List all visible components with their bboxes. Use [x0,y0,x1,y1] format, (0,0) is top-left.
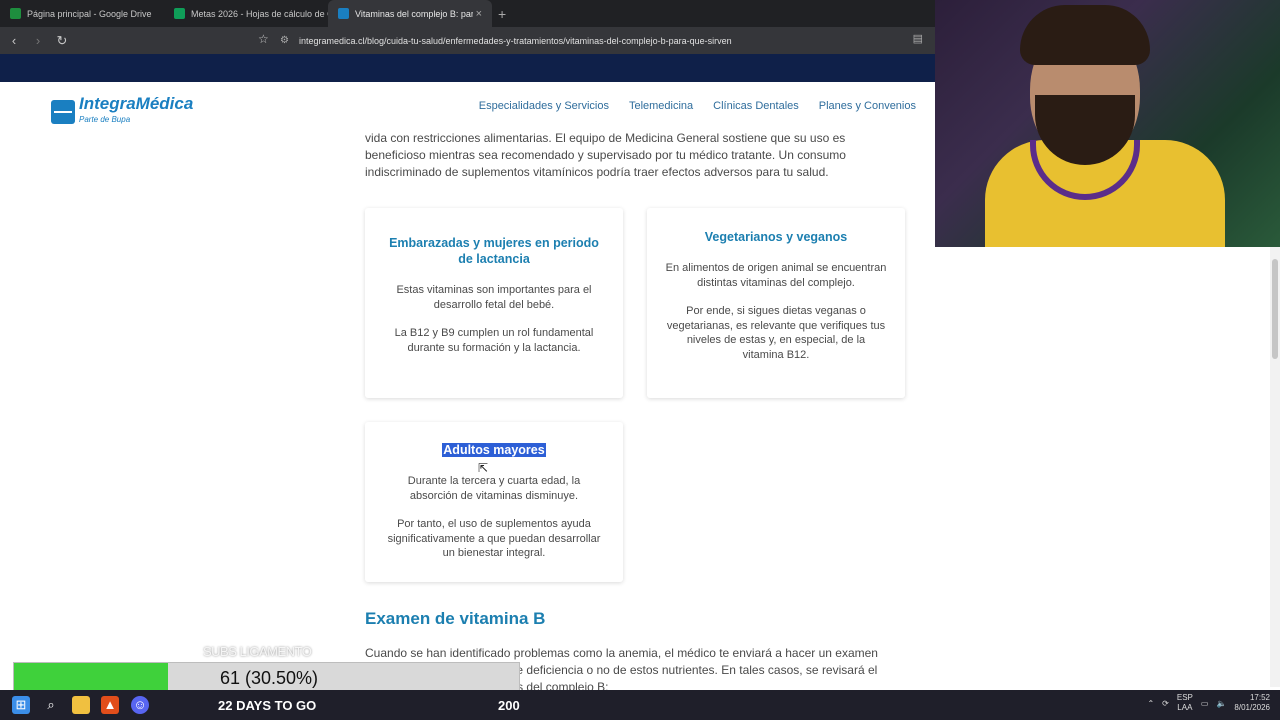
brand-name: IntegraMédica Parte de Bupa [79,94,194,128]
tab-title: Página principal - Google Drive [27,8,152,19]
search-icon[interactable]: ⌕ [42,696,60,714]
volume-icon[interactable]: 🔈 [1216,699,1226,708]
chevron-up-icon[interactable]: ⌃ [1147,699,1154,708]
webcam-overlay [935,0,1280,247]
nav-telemedicina[interactable]: Telemedicina [629,100,693,112]
bookmark-icon[interactable]: ☆ [258,32,269,46]
nav-clinicas-dentales[interactable]: Clínicas Dentales [713,100,799,112]
card-title: Vegetarianos y veganos [704,230,848,244]
heartbeat-icon [51,100,75,124]
tab-title: Vitaminas del complejo B: para q [355,8,473,19]
integramedica-logo[interactable]: IntegraMédica Parte de Bupa [51,94,194,128]
progress-fill [14,663,169,692]
subs-goal-target: 200 [498,698,520,713]
browser-toolbar: ‹ › ↻ ☆ ⚙ integramedica.cl/blog/cuida-tu… [0,27,935,54]
selected-text[interactable]: Adultos mayores [442,443,546,457]
subs-goal-label: SUBS LIGAMENTO [203,644,312,659]
main-nav: Especialidades y Servicios Telemedicina … [479,100,916,112]
tab-google-sheets[interactable]: Metas 2026 - Hojas de cálculo de Go [164,0,328,27]
file-explorer-icon[interactable] [72,696,90,714]
section-title: Examen de vitamina B [365,609,546,628]
mouse-cursor-icon: ⇱ [478,461,489,475]
reader-mode-icon[interactable]: ▤ [913,32,923,45]
card-embarazadas: Embarazadas y mujeres en periodo de lact… [365,208,623,398]
tab-google-drive[interactable]: Página principal - Google Drive [0,0,164,27]
lang-top: ESP [1176,693,1193,702]
forward-button[interactable]: › [28,33,48,48]
card-text: La B12 y B9 cumplen un rol fundamental d… [394,327,594,354]
clock[interactable]: 17:52 8/01/2026 [1234,693,1270,713]
reload-button[interactable]: ↻ [52,33,72,49]
nav-especialidades[interactable]: Especialidades y Servicios [479,100,609,112]
brave-browser-icon[interactable]: ▲ [101,696,119,714]
brand-text: IntegraMédica [79,94,194,113]
integramedica-favicon-icon [338,8,349,19]
windows-start-icon[interactable]: ⊞ [12,696,30,714]
clock-date: 8/01/2026 [1234,703,1270,712]
google-sheets-icon [174,8,185,19]
back-button[interactable]: ‹ [4,33,24,48]
discord-icon[interactable]: ☺ [131,696,149,714]
taskbar: ⊞ ⌕ ▲ ☺ 22 DAYS TO GO 200 ⌃ ⟳ ESP LAA ▭ … [0,690,1280,720]
tab-vitaminas[interactable]: Vitaminas del complejo B: para q × [328,0,492,27]
scrollbar-thumb[interactable] [1272,259,1278,359]
card-text: Estas vitaminas son importantes para el … [396,284,592,311]
site-info-icon[interactable]: ⚙ [280,35,289,46]
tab-title: Metas 2026 - Hojas de cálculo de Go [191,8,328,19]
progress-text: 61 (30.50%) [219,668,319,688]
article-intro: vida con restricciones alimentarias. El … [365,131,846,179]
brand-subtitle: Parte de Bupa [79,115,131,124]
new-tab-button[interactable]: + [498,6,506,22]
page-scrollbar[interactable] [1270,247,1280,687]
network-icon[interactable]: ▭ [1201,699,1209,708]
url-text: integramedica.cl/blog/cuida-tu-salud/enf… [298,35,732,46]
card-title: Adultos mayores [383,442,605,458]
nav-planes-convenios[interactable]: Planes y Convenios [819,100,916,112]
site-header: IntegraMédica Parte de Bupa Especialidad… [0,82,935,130]
card-text: Por tanto, el uso de suplementos ayuda s… [387,518,601,559]
card-title: Embarazadas y mujeres en periodo de lact… [389,236,599,266]
sync-icon[interactable]: ⟳ [1162,699,1169,708]
subs-progress-bar: 61 (30.50%) [13,662,520,693]
tab-strip: Página principal - Google Drive Metas 20… [0,0,935,27]
clock-time: 17:52 [1249,693,1270,702]
google-drive-icon [10,8,21,19]
card-text: Durante la tercera y cuarta edad, la abs… [407,475,581,502]
close-tab-icon[interactable]: × [476,8,482,20]
webcam-hair [1020,5,1150,65]
site-top-bar [0,54,935,82]
days-to-go: 22 DAYS TO GO [218,698,317,713]
card-adultos-mayores: Adultos mayores Durante la tercera y cua… [365,422,623,582]
card-vegetarianos: Vegetarianos y veganos En alimentos de o… [647,208,905,398]
language-indicator[interactable]: ESP LAA [1177,693,1193,713]
card-text: En alimentos de origen animal se encuent… [665,262,887,289]
lang-bottom: LAA [1177,703,1193,712]
address-bar[interactable]: ⚙ integramedica.cl/blog/cuida-tu-salud/e… [280,30,930,51]
system-tray: ⌃ ⟳ ESP LAA ▭ 🔈 17:52 8/01/2026 [1147,693,1270,713]
card-text: Por ende, si sigues dietas veganas o veg… [666,305,886,361]
